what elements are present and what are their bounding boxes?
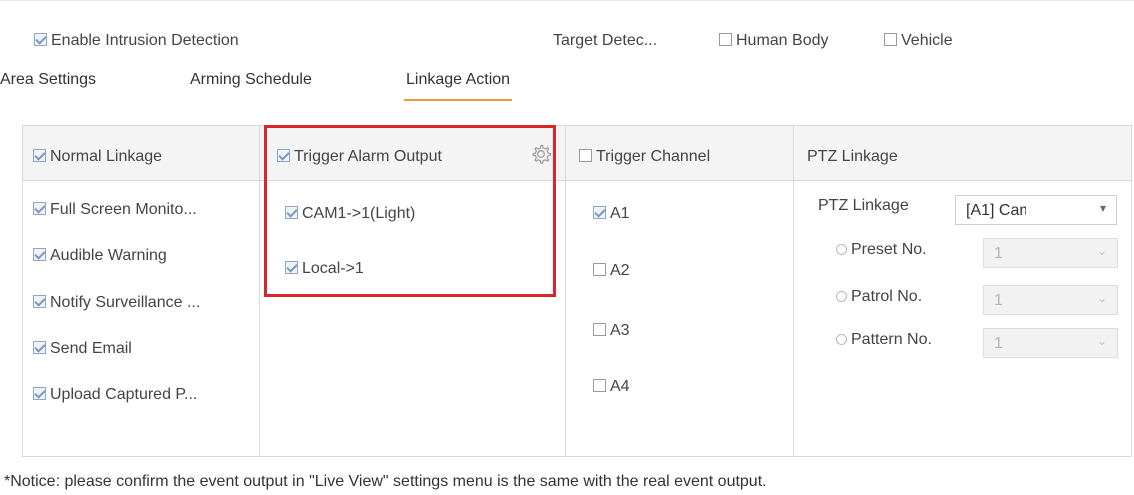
pattern-select: 1 ⌄ (983, 328, 1118, 358)
preset-select: 1 ⌄ (983, 238, 1118, 268)
vehicle-label: Vehicle (901, 32, 953, 49)
target-detection-label: Target Detec... (553, 32, 658, 49)
checkbox-icon (33, 248, 46, 261)
tab-arming-schedule[interactable]: Arming Schedule (190, 71, 312, 101)
preset-radio[interactable]: Preset No. (836, 241, 927, 259)
checkbox-icon (579, 149, 592, 162)
checkbox-icon (593, 206, 606, 219)
checkbox-icon (593, 323, 606, 336)
highlight-box (264, 125, 556, 297)
checkbox-icon (33, 341, 46, 354)
normal-linkage-item[interactable]: Send Email (33, 340, 132, 358)
column-divider (793, 126, 794, 456)
checkbox-icon (593, 263, 606, 276)
trigger-channel-item[interactable]: A2 (593, 262, 630, 280)
checkbox-icon (33, 202, 46, 215)
pattern-value: 1 (994, 335, 1003, 352)
preset-value: 1 (994, 245, 1003, 262)
notice-text: *Notice: please confirm the event output… (4, 473, 767, 490)
trigger-channel-item[interactable]: A4 (593, 378, 630, 396)
top-divider (0, 0, 1134, 1)
radio-icon (836, 291, 847, 302)
normal-linkage-item[interactable]: Audible Warning (33, 247, 167, 265)
normal-linkage-item[interactable]: Upload Captured P... (33, 386, 197, 404)
panel-header (23, 126, 1131, 181)
linkage-panel: Normal Linkage Trigger Alarm Output Trig… (22, 125, 1132, 457)
enable-intrusion-label: Enable Intrusion Detection (51, 32, 239, 49)
checkbox-icon (33, 387, 46, 400)
chevron-down-icon: ⌄ (1096, 291, 1107, 305)
column-divider (259, 126, 260, 456)
radio-icon (836, 334, 847, 345)
patrol-value: 1 (994, 292, 1003, 309)
vehicle-checkbox[interactable]: Vehicle (884, 32, 953, 50)
normal-linkage-item[interactable]: Full Screen Monito... (33, 201, 197, 219)
checkbox-icon (34, 33, 47, 46)
checkbox-icon (719, 33, 732, 46)
enable-intrusion-checkbox[interactable]: Enable Intrusion Detection (34, 32, 239, 50)
checkbox-icon (593, 379, 606, 392)
pattern-radio[interactable]: Pattern No. (836, 331, 932, 349)
column-divider (565, 126, 566, 456)
ptz-camera-select[interactable]: [A1] Camera 01 ▾ (955, 195, 1117, 225)
checkbox-icon (33, 295, 46, 308)
ptz-linkage-header: PTZ Linkage (807, 148, 898, 165)
trigger-channel-header[interactable]: Trigger Channel (579, 148, 710, 166)
human-body-checkbox[interactable]: Human Body (719, 32, 829, 50)
radio-icon (836, 244, 847, 255)
ptz-linkage-label: PTZ Linkage (818, 197, 909, 214)
tab-linkage-action[interactable]: Linkage Action (404, 71, 513, 101)
ptz-camera-value: [A1] Camera 01 (966, 202, 1026, 219)
chevron-down-icon: ⌄ (1096, 334, 1107, 348)
normal-linkage-item[interactable]: Notify Surveillance ... (33, 294, 200, 312)
patrol-select: 1 ⌄ (983, 285, 1118, 315)
checkbox-icon (33, 149, 46, 162)
trigger-channel-item[interactable]: A1 (593, 205, 630, 223)
chevron-down-icon: ⌄ (1096, 244, 1107, 258)
normal-linkage-header[interactable]: Normal Linkage (33, 148, 162, 166)
trigger-channel-item[interactable]: A3 (593, 322, 630, 340)
checkbox-icon (884, 33, 897, 46)
patrol-radio[interactable]: Patrol No. (836, 288, 922, 306)
tab-area-settings[interactable]: Area Settings (0, 71, 96, 101)
chevron-down-icon: ▾ (1099, 201, 1106, 215)
human-body-label: Human Body (736, 32, 829, 49)
